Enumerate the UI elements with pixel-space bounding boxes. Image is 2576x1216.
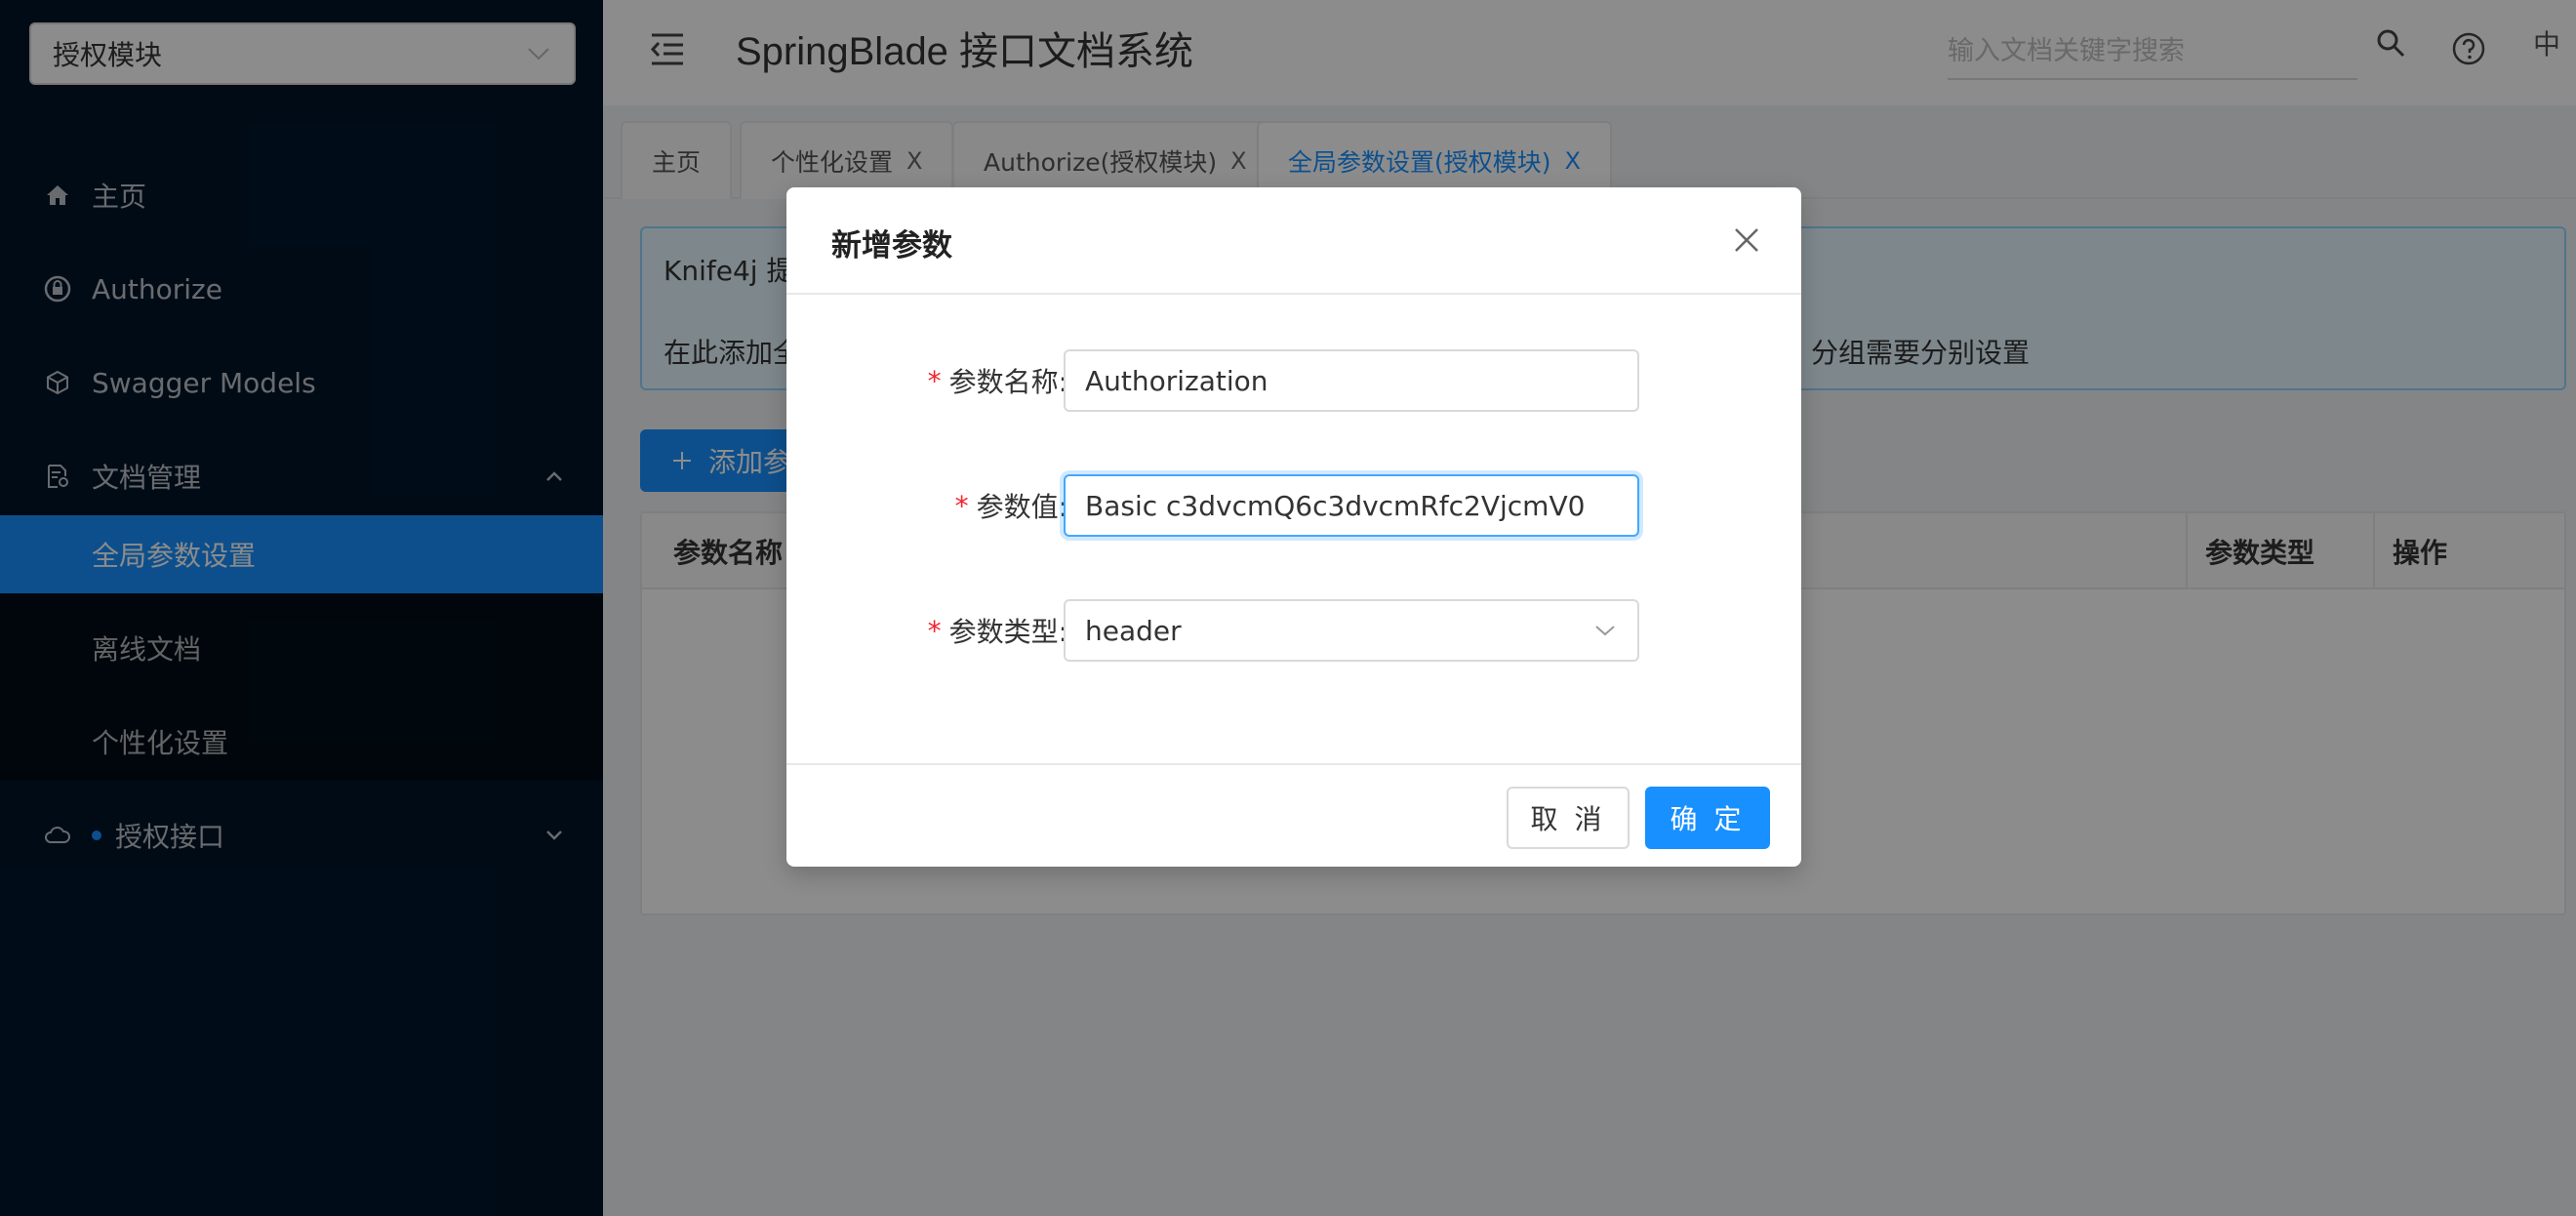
dialog-title: 新增参数 [831, 228, 952, 263]
dialog-footer: 取 消 确 定 [786, 763, 1801, 867]
form-row-name: * 参数名称: [786, 349, 1801, 412]
field-label-text: 参数类型: [948, 616, 1067, 648]
field-label-text: 参数值: [976, 491, 1067, 523]
chevron-down-icon [1592, 618, 1618, 643]
form-row-value: * 参数值: [786, 474, 1801, 537]
param-name-input[interactable] [1064, 349, 1639, 412]
confirm-button[interactable]: 确 定 [1645, 787, 1770, 849]
required-mark: * [954, 489, 969, 522]
required-mark: * [927, 614, 942, 647]
dialog-header: 新增参数 [786, 187, 1801, 295]
field-label-text: 参数名称: [948, 366, 1067, 398]
close-icon[interactable] [1729, 223, 1764, 258]
cancel-button[interactable]: 取 消 [1507, 787, 1630, 849]
param-type-select[interactable]: header [1064, 599, 1639, 662]
required-mark: * [927, 364, 942, 397]
field-label: * 参数值: [955, 474, 1067, 537]
field-label: * 参数名称: [928, 349, 1067, 412]
add-param-dialog: 新增参数 * 参数名称: * 参数值: * 参数类型: header 取 [786, 187, 1801, 867]
form-row-type: * 参数类型: header [786, 599, 1801, 662]
param-type-value: header [1085, 614, 1182, 647]
field-label: * 参数类型: [928, 599, 1067, 662]
param-value-input[interactable] [1064, 474, 1639, 537]
